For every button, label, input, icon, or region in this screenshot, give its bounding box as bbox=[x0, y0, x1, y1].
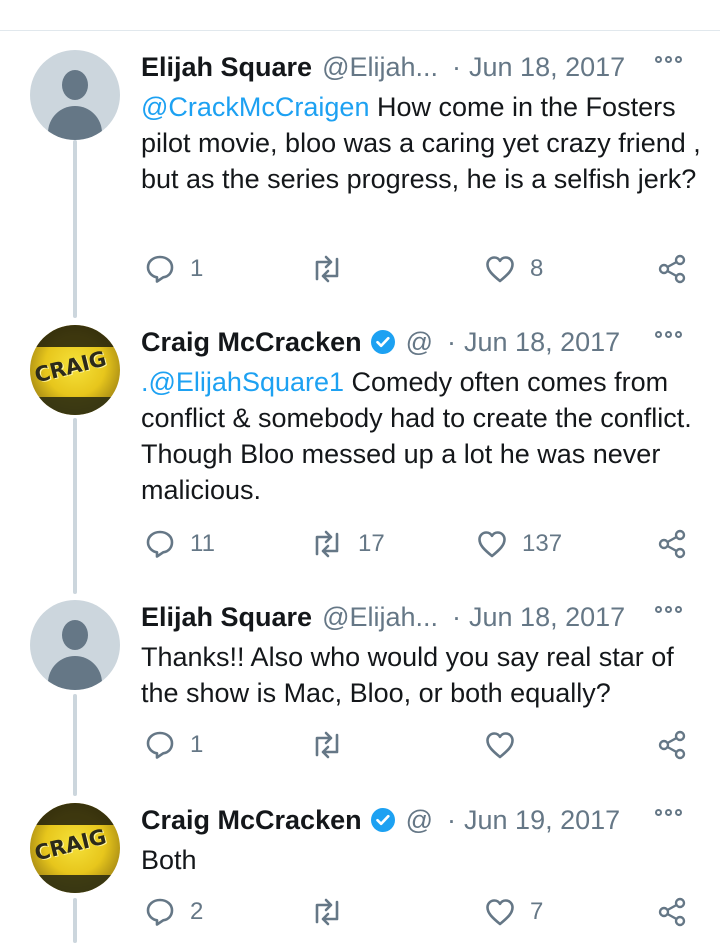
like-count: 7 bbox=[530, 898, 544, 925]
verified-badge-icon bbox=[370, 330, 395, 354]
retweet-button[interactable]: 17 bbox=[310, 527, 385, 561]
tweet-header: Craig McCracken @ · Jun 18, 2017 bbox=[141, 325, 620, 359]
separator-dot: · bbox=[452, 51, 462, 82]
like-button[interactable]: 7 bbox=[484, 895, 543, 929]
share-icon bbox=[658, 254, 686, 284]
avatar-shade bbox=[30, 397, 120, 415]
user-handle[interactable]: @ bbox=[406, 327, 433, 358]
tweet-actions: 2 7 bbox=[0, 895, 720, 929]
tweet[interactable]: Elijah Square @Elijah... · Jun 18, 2017 … bbox=[0, 50, 720, 320]
tweet-text-content: Both bbox=[141, 845, 197, 875]
heart-icon bbox=[478, 531, 506, 558]
avatar-shoulders-shape bbox=[48, 106, 102, 140]
retweet-icon bbox=[315, 530, 339, 558]
reply-button[interactable]: 11 bbox=[144, 527, 215, 561]
reply-button[interactable]: 1 bbox=[144, 728, 203, 762]
like-button[interactable]: 8 bbox=[484, 252, 543, 286]
tweet[interactable]: Elijah Square @Elijah... · Jun 18, 2017 … bbox=[0, 600, 720, 800]
heart-icon bbox=[486, 256, 514, 283]
mention-link[interactable]: .@ElijahSquare1 bbox=[141, 367, 344, 397]
reply-button[interactable]: 1 bbox=[144, 252, 203, 286]
separator-dot: · bbox=[447, 804, 457, 835]
tweet-text: @CrackMcCraigen How come in the Fosters … bbox=[141, 89, 701, 197]
share-button[interactable] bbox=[656, 527, 688, 561]
heart-icon bbox=[486, 899, 514, 926]
more-options-icon[interactable] bbox=[655, 331, 682, 338]
tweet-header: Craig McCracken @ · Jun 19, 2017 bbox=[141, 803, 620, 837]
display-name[interactable]: Craig McCracken bbox=[141, 327, 362, 358]
display-name[interactable]: Craig McCracken bbox=[141, 805, 362, 836]
reply-button[interactable]: 2 bbox=[144, 895, 203, 929]
retweet-count: 17 bbox=[358, 530, 385, 557]
reply-icon bbox=[146, 255, 174, 283]
avatar-shade bbox=[30, 325, 120, 347]
like-count: 137 bbox=[522, 530, 563, 557]
share-button[interactable] bbox=[656, 728, 688, 762]
retweet-button[interactable] bbox=[310, 252, 358, 286]
avatar-logo-text: CRAIG bbox=[32, 346, 109, 388]
tweet-text-content: Thanks!! Also who would you say real sta… bbox=[141, 642, 674, 708]
tweet[interactable]: CRAIG Craig McCracken @ · Jun 19, 2017 B… bbox=[0, 803, 720, 943]
user-handle[interactable]: @Elijah... bbox=[322, 602, 438, 633]
tweet-date[interactable]: Jun 18, 2017 bbox=[469, 602, 625, 633]
like-button[interactable]: 137 bbox=[476, 527, 562, 561]
retweet-button[interactable] bbox=[310, 728, 358, 762]
share-icon bbox=[658, 730, 686, 760]
display-name[interactable]: Elijah Square bbox=[141, 52, 312, 83]
tweet-date[interactable]: Jun 18, 2017 bbox=[469, 52, 625, 83]
avatar-head-shape bbox=[62, 620, 88, 650]
more-options-icon[interactable] bbox=[655, 56, 682, 63]
separator-dot: · bbox=[452, 601, 462, 632]
reply-icon bbox=[146, 530, 174, 558]
avatar[interactable]: CRAIG bbox=[30, 325, 120, 415]
more-options-icon[interactable] bbox=[655, 606, 682, 613]
tweet-date[interactable]: Jun 18, 2017 bbox=[464, 327, 620, 358]
more-options-icon[interactable] bbox=[655, 809, 682, 816]
mention-link[interactable]: @CrackMcCraigen bbox=[141, 92, 369, 122]
tweet-actions: 1 bbox=[0, 728, 720, 762]
reply-icon bbox=[146, 731, 174, 759]
like-count: 8 bbox=[530, 255, 544, 282]
tweet-date[interactable]: Jun 19, 2017 bbox=[464, 805, 620, 836]
retweet-icon bbox=[315, 731, 339, 759]
separator-dot: · bbox=[447, 326, 457, 357]
top-divider bbox=[0, 30, 720, 31]
reply-count: 2 bbox=[190, 898, 204, 925]
share-button[interactable] bbox=[656, 895, 688, 929]
share-icon bbox=[658, 897, 686, 927]
like-button[interactable] bbox=[484, 728, 530, 762]
tweet-text: .@ElijahSquare1 Comedy often comes from … bbox=[141, 364, 701, 508]
display-name[interactable]: Elijah Square bbox=[141, 602, 312, 633]
heart-icon bbox=[486, 732, 514, 759]
tweet-actions: 1 8 bbox=[0, 252, 720, 286]
retweet-icon bbox=[315, 255, 339, 283]
tweet-header: Elijah Square @Elijah... · Jun 18, 2017 bbox=[141, 600, 625, 634]
avatar-shade bbox=[30, 803, 120, 825]
retweet-icon bbox=[315, 898, 339, 926]
share-button[interactable] bbox=[656, 252, 688, 286]
avatar-shoulders-shape bbox=[48, 656, 102, 690]
retweet-button[interactable] bbox=[310, 895, 358, 929]
avatar-logo-text: CRAIG bbox=[32, 824, 109, 866]
reply-count: 1 bbox=[190, 731, 204, 758]
avatar[interactable] bbox=[30, 50, 120, 140]
reply-count: 1 bbox=[190, 255, 204, 282]
avatar[interactable]: CRAIG bbox=[30, 803, 120, 893]
user-handle[interactable]: @ bbox=[406, 805, 433, 836]
tweet[interactable]: CRAIG Craig McCracken @ · Jun 18, 2017 .… bbox=[0, 325, 720, 595]
avatar[interactable] bbox=[30, 600, 120, 690]
tweet-text: Thanks!! Also who would you say real sta… bbox=[141, 639, 701, 711]
avatar-head-shape bbox=[62, 70, 88, 100]
reply-count: 11 bbox=[190, 530, 215, 557]
verified-badge-icon bbox=[370, 808, 395, 832]
user-handle[interactable]: @Elijah... bbox=[322, 52, 438, 83]
share-icon bbox=[658, 529, 686, 559]
tweet-header: Elijah Square @Elijah... · Jun 18, 2017 bbox=[141, 50, 625, 84]
tweet-text: Both bbox=[141, 842, 701, 878]
avatar-shade bbox=[30, 875, 120, 893]
reply-icon bbox=[146, 898, 174, 926]
tweet-actions: 11 17 137 bbox=[0, 527, 720, 561]
